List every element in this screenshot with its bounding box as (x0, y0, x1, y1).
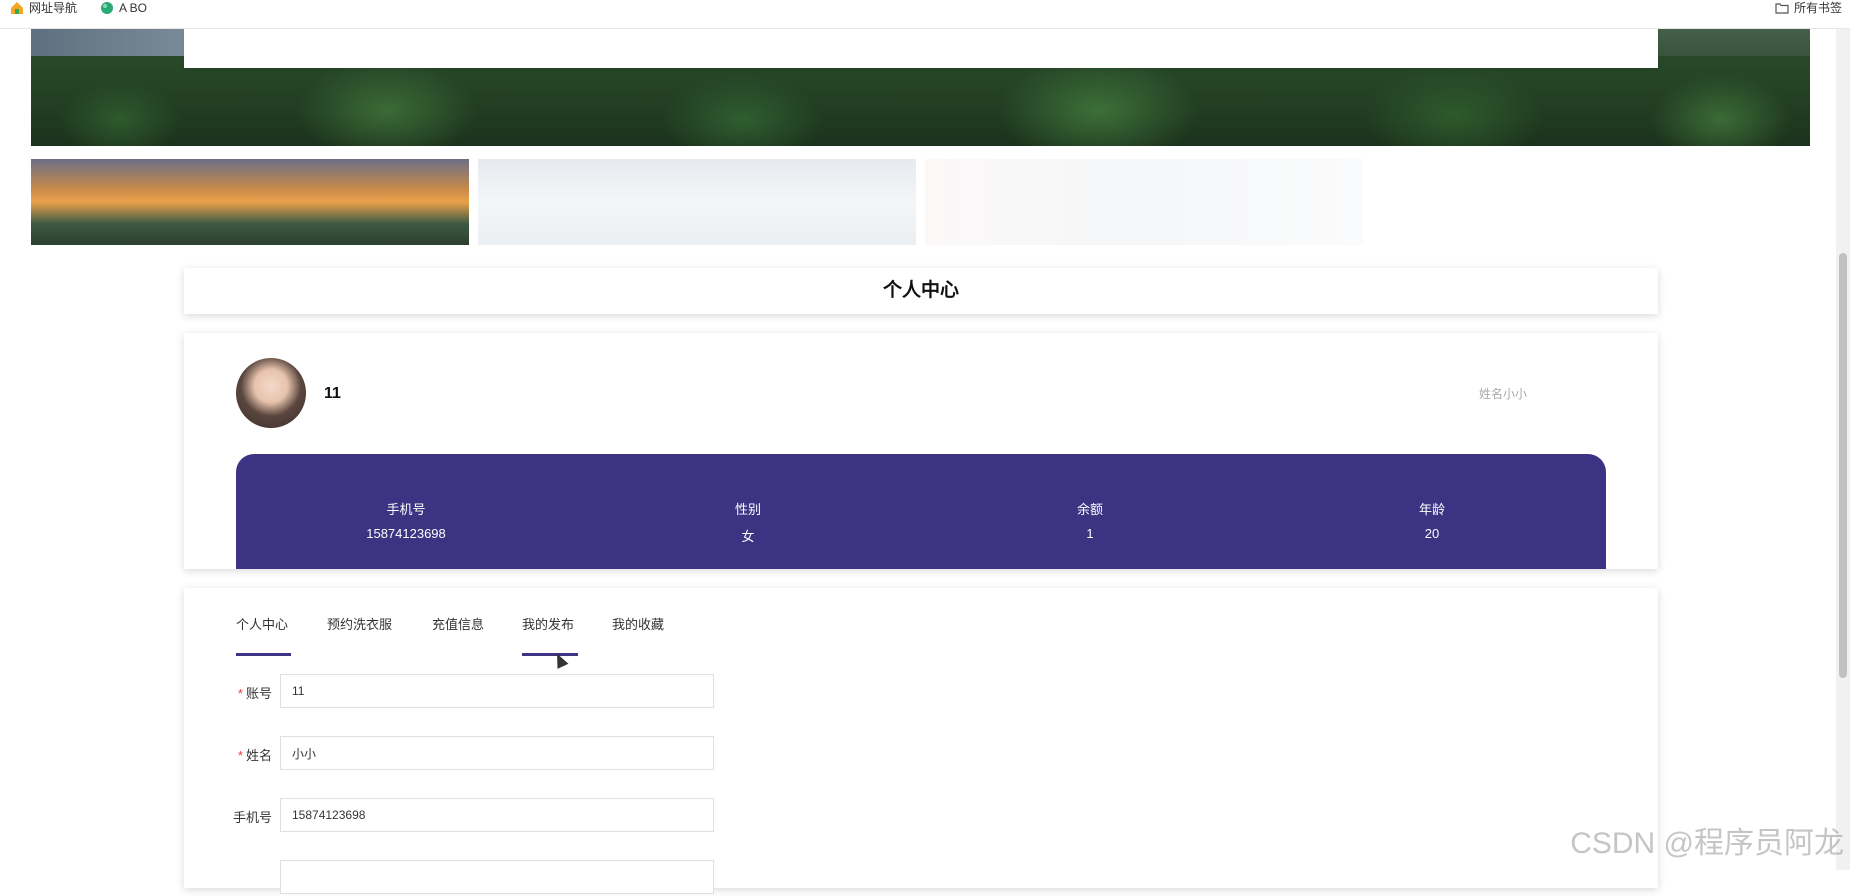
name-label-field: * 姓名 (192, 745, 272, 764)
bookmark-label: A BO (119, 1, 148, 15)
next-input[interactable] (280, 860, 714, 894)
name-input[interactable] (280, 736, 714, 770)
bookmarks-bar: 网址导航 A BO 所有书签 (0, 0, 1850, 29)
banner-trees-image (31, 56, 1810, 146)
form-row-name: * 姓名 (184, 736, 744, 772)
carousel-thumbnail[interactable] (925, 159, 1363, 245)
required-mark: * (237, 748, 243, 763)
form-row-phone: 手机号 (184, 798, 744, 834)
tab-my-favorites[interactable]: 我的收藏 (612, 614, 664, 646)
active-tab-indicator (236, 653, 291, 656)
hover-tab-indicator (522, 653, 578, 656)
page-title: 个人中心 (184, 268, 1658, 314)
stat-value: 20 (1424, 526, 1440, 541)
stat-value: 15874123698 (366, 526, 446, 541)
name-label-text: 姓名 (245, 748, 272, 763)
form-row-account: * 账号 (184, 674, 744, 710)
name-label: 姓名小小 (1478, 387, 1527, 401)
stat-value: 女 (741, 529, 755, 544)
stat-label: 余额 (1076, 502, 1103, 517)
stat-label: 手机号 (386, 502, 426, 517)
phone-label: 手机号 (192, 807, 272, 826)
all-bookmarks[interactable]: 所有书签 (1775, 0, 1842, 16)
account-label-text: 账号 (245, 686, 272, 701)
carousel-thumbnail[interactable] (478, 159, 916, 245)
stat-value: 1 (1086, 526, 1094, 541)
bookmark-item[interactable]: A BO (100, 0, 147, 16)
top-nav-card (184, 28, 1658, 68)
phone-input[interactable] (280, 798, 714, 832)
username: 11 (324, 385, 341, 402)
profile-card: 11 姓名小小 手机号 15874123698 性别 女 余额 1 年龄 20 (184, 333, 1658, 569)
required-mark: * (237, 686, 243, 701)
form-row-next (184, 860, 744, 896)
stat-label: 性别 (734, 502, 761, 517)
globe-icon (100, 1, 114, 15)
field-label-wrap: * 账号 (184, 674, 272, 708)
bookmark-item[interactable]: 网址导航 (10, 0, 77, 16)
page-scrollbar[interactable] (1836, 28, 1850, 870)
all-bookmarks-label: 所有书签 (1793, 1, 1842, 15)
home-icon (10, 1, 24, 15)
tab-laundry-booking[interactable]: 预约洗衣服 (327, 614, 392, 646)
phone-label-text: 手机号 (232, 810, 272, 825)
field-label-wrap: 手机号 (184, 798, 272, 832)
avatar (236, 358, 306, 428)
folder-icon (1775, 1, 1789, 15)
scrollbar-thumb[interactable] (1839, 253, 1847, 678)
tab-personal-center[interactable]: 个人中心 (236, 614, 288, 646)
tab-my-posts[interactable]: 我的发布 (522, 614, 574, 646)
account-label: * 账号 (192, 683, 272, 702)
stats-panel: 手机号 15874123698 性别 女 余额 1 年龄 20 (236, 454, 1606, 569)
form-card: 个人中心 预约洗衣服 充值信息 我的发布 我的收藏 *账号 *姓名 手机号 (184, 588, 1658, 894)
tab-recharge-info[interactable]: 充值信息 (432, 614, 484, 646)
account-input[interactable] (280, 674, 714, 708)
stat-label: 年龄 (1418, 502, 1445, 517)
carousel-thumbnail[interactable] (31, 159, 469, 245)
field-label-wrap: * 姓名 (184, 736, 272, 770)
watermark: CSDN @程序员阿龙 (1570, 827, 1844, 860)
bookmark-label: 网址导航 (29, 1, 78, 15)
